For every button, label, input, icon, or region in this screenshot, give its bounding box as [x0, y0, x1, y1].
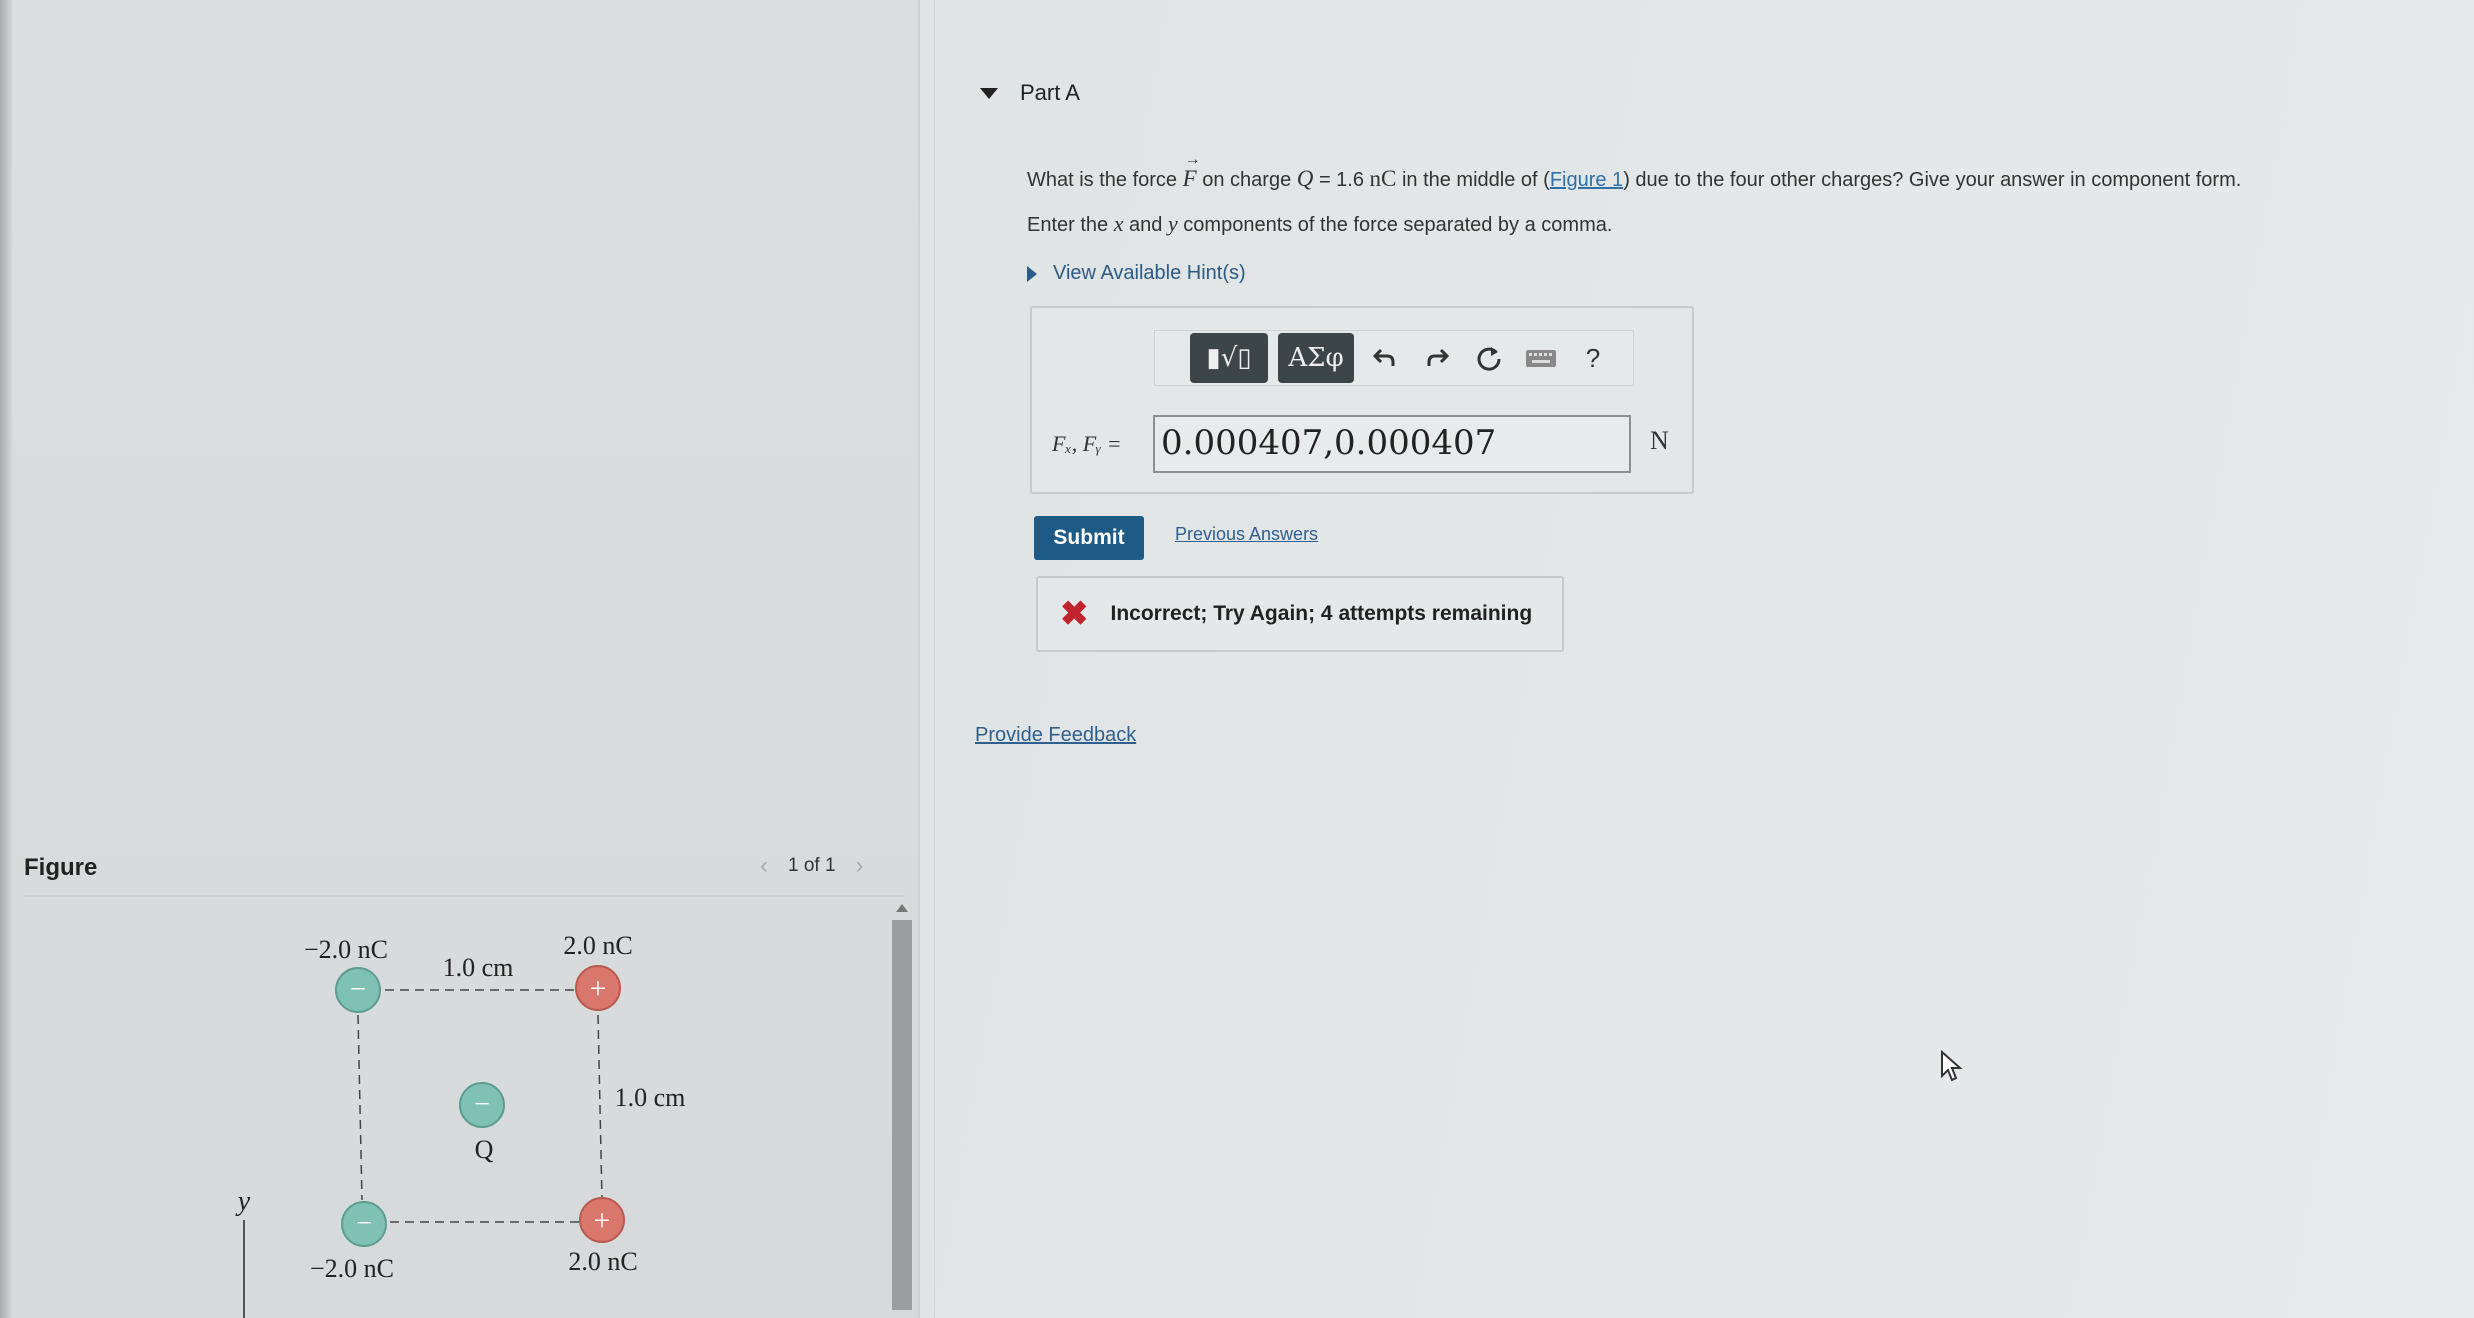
- question-on-charge: on charge: [1196, 169, 1297, 191]
- reset-icon[interactable]: [1468, 333, 1510, 383]
- sign-top-right: +: [590, 972, 607, 1005]
- question-prefix: What is the force: [1027, 169, 1183, 191]
- feedback-box: ✖ Incorrect; Try Again; 4 attempts remai…: [1036, 576, 1564, 652]
- greek-symbols-button[interactable]: ΑΣφ: [1278, 333, 1354, 383]
- undo-icon[interactable]: [1364, 333, 1406, 383]
- question-text: What is the force F on charge Q = 1.6 nC…: [1027, 151, 2242, 192]
- provide-feedback-link[interactable]: Provide Feedback: [975, 724, 1136, 747]
- label-horizontal-distance: 1.0 cm: [443, 953, 514, 982]
- answer-box: ▮√▯ ΑΣφ ? Fₓ, Fᵧ = 0.000407,0.000407 N: [1030, 306, 1694, 494]
- label-top-right-charge: 2.0 nC: [563, 931, 632, 960]
- answer-unit: N: [1650, 426, 1669, 455]
- view-hints-toggle[interactable]: View Available Hint(s): [1027, 262, 1246, 285]
- scroll-up-icon[interactable]: [896, 904, 908, 912]
- figure-divider: [24, 895, 904, 897]
- instruction-text: Enter the x and y components of the forc…: [1027, 211, 1612, 237]
- templates-label: ▮√▯: [1206, 343, 1252, 373]
- answer-variable-label: Fₓ, Fᵧ =: [1052, 431, 1122, 456]
- collapse-triangle-icon[interactable]: [980, 87, 998, 99]
- sign-top-left: −: [350, 974, 366, 1005]
- view-hints-label: View Available Hint(s): [1053, 262, 1246, 284]
- right-dashed-line: [597, 1014, 603, 1201]
- x-icon: ✖: [1060, 595, 1089, 633]
- label-bottom-right-charge: 2.0 nC: [568, 1247, 637, 1276]
- left-dashed-line: [357, 1014, 363, 1201]
- sign-bottom-left: −: [356, 1208, 372, 1239]
- charge-unit: nC: [1369, 166, 1397, 191]
- templates-button[interactable]: ▮√▯: [1190, 333, 1268, 383]
- charge-equals: = 1.6: [1313, 169, 1370, 191]
- submit-button[interactable]: Submit: [1034, 516, 1144, 560]
- sign-bottom-right: +: [594, 1204, 611, 1237]
- prev-figure-chevron-icon[interactable]: ‹: [760, 852, 768, 880]
- greek-symbols-label: ΑΣφ: [1288, 343, 1344, 373]
- figure-page-count: 1 of 1: [788, 855, 836, 876]
- answer-input[interactable]: 0.000407,0.000407: [1153, 415, 1631, 473]
- label-vertical-distance: 1.0 cm: [615, 1083, 686, 1112]
- previous-answers-link[interactable]: Previous Answers: [1175, 524, 1318, 545]
- mouse-cursor-icon: [1941, 1050, 1963, 1082]
- next-figure-chevron-icon[interactable]: ›: [856, 852, 864, 880]
- instruction-part3: components of the force separated by a c…: [1177, 214, 1613, 236]
- charge-diagram: − + − − + −2.0 nC 2.0 nC 1.0 cm 1.0 cm Q…: [235, 931, 686, 1318]
- help-button[interactable]: ?: [1572, 333, 1614, 383]
- question-suffix: ) due to the four other charges? Give yo…: [1623, 169, 2242, 191]
- keyboard-icon[interactable]: [1520, 333, 1562, 383]
- force-symbol: F: [1183, 151, 1201, 192]
- help-label: ?: [1585, 342, 1601, 373]
- figure-title: Figure: [24, 854, 98, 881]
- figure-link[interactable]: Figure 1: [1550, 169, 1623, 191]
- feedback-message: Incorrect; Try Again; 4 attempts remaini…: [1110, 602, 1533, 625]
- label-top-left-charge: −2.0 nC: [304, 935, 388, 964]
- math-toolbar: ▮√▯ ΑΣφ ?: [1154, 330, 1634, 386]
- expand-triangle-icon: [1027, 265, 1037, 282]
- sign-center-q: −: [474, 1089, 490, 1120]
- question-middle: in the middle of (: [1396, 169, 1550, 191]
- part-title: Part A: [1020, 80, 1080, 105]
- charge-symbol: Q: [1296, 166, 1314, 191]
- part-header[interactable]: Part A: [980, 80, 1080, 106]
- figure-scrollbar[interactable]: [892, 900, 914, 1318]
- panel-divider: [918, 0, 920, 1318]
- panel-divider-secondary: [934, 0, 935, 1318]
- figure-pager: ‹ 1 of 1 ›: [760, 852, 864, 880]
- window-edge: [0, 0, 12, 1318]
- redo-icon[interactable]: [1416, 333, 1458, 383]
- y-axis-label: y: [235, 1186, 251, 1217]
- instruction-part2: and: [1123, 214, 1168, 236]
- label-bottom-left-charge: −2.0 nC: [310, 1254, 394, 1283]
- instruction-part1: Enter the: [1027, 214, 1114, 236]
- label-center-charge: Q: [475, 1135, 494, 1164]
- scroll-thumb[interactable]: [892, 920, 912, 1310]
- y-symbol: y: [1167, 211, 1178, 236]
